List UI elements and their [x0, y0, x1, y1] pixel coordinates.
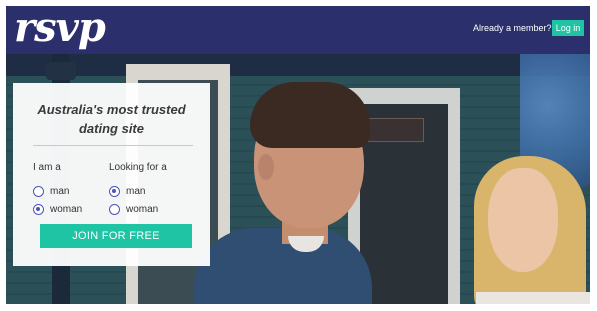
radio-button[interactable] [33, 185, 44, 197]
radio-label: man [126, 185, 146, 197]
tagline: Australia's most trusted dating site [13, 100, 210, 138]
rsvp-logo[interactable]: rsvp [14, 6, 106, 51]
radio-label: woman [50, 203, 83, 215]
man-hair [250, 82, 370, 148]
signup-card: Australia's most trusted dating site I a… [13, 83, 210, 266]
join-for-free-button[interactable]: JOIN FOR FREE [40, 224, 192, 248]
looking-for-man-option[interactable]: man [109, 184, 145, 198]
site-header: rsvp Already a member? Log in [6, 6, 590, 54]
porch-awning [6, 54, 590, 76]
man-ear [258, 154, 274, 180]
radio-label: woman [126, 203, 159, 215]
pole-cap [46, 62, 76, 80]
woman-top [476, 292, 590, 304]
i-am-man-option[interactable]: man [33, 184, 69, 198]
door-sign [368, 118, 424, 142]
i-am-woman-option[interactable]: woman [33, 202, 82, 216]
looking-for-label: Looking for a [109, 162, 167, 173]
i-am-label: I am a [33, 162, 61, 173]
login-button[interactable]: Log in [552, 20, 584, 36]
divider [33, 145, 193, 146]
woman-face [488, 168, 558, 272]
tagline-line-2: dating site [78, 121, 144, 136]
looking-for-woman-option[interactable]: woman [109, 202, 158, 216]
page-frame: rsvp Already a member? Log in Australia'… [6, 6, 590, 304]
radio-label: man [50, 185, 70, 197]
radio-button-selected[interactable] [109, 185, 120, 197]
radio-button[interactable] [109, 203, 120, 215]
tagline-line-1: Australia's most trusted [37, 102, 186, 117]
member-prompt: Already a member? [473, 23, 552, 33]
radio-button-selected[interactable] [33, 203, 44, 215]
